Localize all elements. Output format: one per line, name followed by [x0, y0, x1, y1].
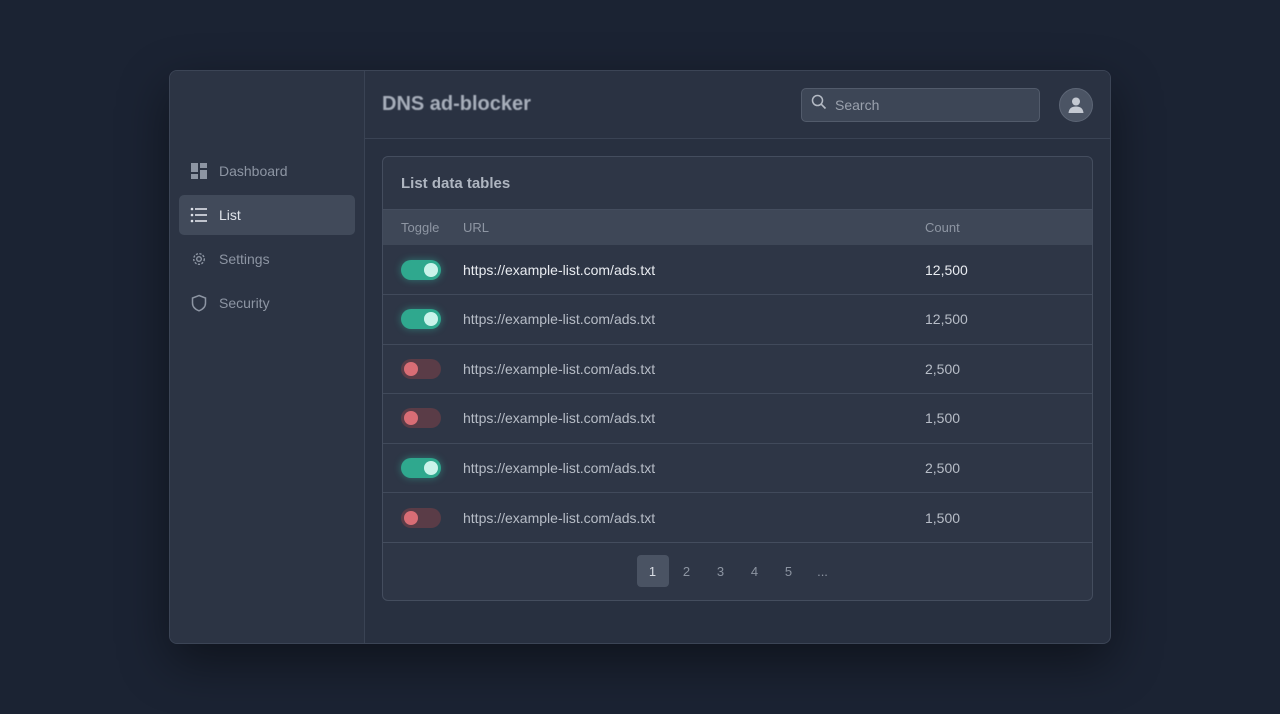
- pagination-ellipsis[interactable]: ...: [807, 555, 839, 587]
- main-area: DNS ad-blocker List data tables Toggle: [365, 71, 1110, 643]
- count-cell: 2,500: [925, 360, 961, 377]
- search-input[interactable]: [835, 96, 1025, 113]
- app-window: Dashboard List Settings Security DNS ad-…: [169, 70, 1111, 644]
- sidebar-item-label: List: [219, 207, 241, 223]
- list-toggle[interactable]: [401, 457, 441, 478]
- page-button-4[interactable]: 4: [739, 555, 771, 587]
- url-cell: https://example-list.com/ads.txt: [463, 360, 656, 377]
- pagination: 1 2 3 4 5...: [383, 542, 1092, 599]
- column-header-toggle: Toggle: [401, 220, 440, 235]
- shield-icon: [190, 294, 208, 312]
- top-bar: DNS ad-blocker: [365, 71, 1110, 139]
- page-button-3[interactable]: 3: [705, 555, 737, 587]
- page-button-5[interactable]: 5: [773, 555, 805, 587]
- content-area: List data tables Toggle URL Count https:…: [365, 139, 1110, 618]
- list-toggle[interactable]: [401, 309, 441, 330]
- page-button-1[interactable]: 1: [636, 555, 669, 587]
- list-toggle[interactable]: [401, 259, 441, 280]
- table-row: https://example-list.com/ads.txt 1,500: [383, 492, 1092, 543]
- sidebar-item-dashboard[interactable]: Dashboard: [179, 151, 355, 191]
- card-title: List data tables: [383, 157, 1092, 210]
- user-icon: [1068, 97, 1084, 113]
- toggle-knob: [424, 460, 438, 475]
- count-cell: 12,500: [925, 311, 968, 328]
- table-row: https://example-list.com/ads.txt 2,500: [383, 443, 1092, 493]
- count-cell: 1,500: [925, 509, 961, 526]
- user-avatar[interactable]: [1059, 87, 1093, 122]
- list-toggle[interactable]: [401, 507, 441, 528]
- toggle-knob: [404, 510, 418, 525]
- table-header-row: Toggle URL Count: [383, 210, 1092, 245]
- url-cell: https://example-list.com/ads.txt: [463, 509, 656, 526]
- url-cell: https://example-list.com/ads.txt: [463, 410, 656, 427]
- count-cell: 1,500: [925, 410, 961, 427]
- sidebar-item-list[interactable]: List: [179, 195, 355, 235]
- url-cell: https://example-list.com/ads.txt: [463, 261, 656, 278]
- list-toggle[interactable]: [401, 408, 441, 429]
- toggle-knob: [404, 361, 418, 376]
- dashboard-icon: [190, 162, 208, 180]
- sidebar: Dashboard List Settings Security: [170, 71, 365, 643]
- url-cell: https://example-list.com/ads.txt: [463, 459, 656, 476]
- column-header-count: Count: [925, 220, 960, 235]
- count-cell: 12,500: [925, 261, 968, 278]
- sidebar-item-label: Settings: [219, 251, 270, 267]
- sidebar-item-settings[interactable]: Settings: [179, 239, 355, 279]
- list-data-card: List data tables Toggle URL Count https:…: [382, 156, 1093, 601]
- sidebar-item-label: Security: [219, 295, 270, 311]
- list-icon: [190, 206, 208, 224]
- page-button-2[interactable]: 2: [671, 555, 703, 587]
- url-cell: https://example-list.com/ads.txt: [463, 311, 656, 328]
- app-title: DNS ad-blocker: [382, 93, 531, 115]
- table-row: https://example-list.com/ads.txt 12,500: [383, 294, 1092, 345]
- count-cell: 2,500: [925, 459, 961, 476]
- table-row: https://example-list.com/ads.txt 12,500: [383, 245, 1092, 295]
- table-row: https://example-list.com/ads.txt 2,500: [383, 344, 1092, 394]
- column-header-url: URL: [463, 220, 490, 235]
- toggle-knob: [404, 411, 418, 426]
- search-box[interactable]: [801, 87, 1040, 122]
- sidebar-item-security[interactable]: Security: [179, 283, 355, 323]
- table-row: https://example-list.com/ads.txt 1,500: [383, 393, 1092, 444]
- toggle-knob: [424, 312, 438, 327]
- toggle-knob: [424, 262, 438, 277]
- list-toggle[interactable]: [401, 358, 441, 379]
- sidebar-item-label: Dashboard: [219, 163, 288, 179]
- search-icon: [811, 94, 827, 115]
- gear-icon: [190, 250, 208, 268]
- list-table: Toggle URL Count https://example-list.co…: [383, 210, 1092, 542]
